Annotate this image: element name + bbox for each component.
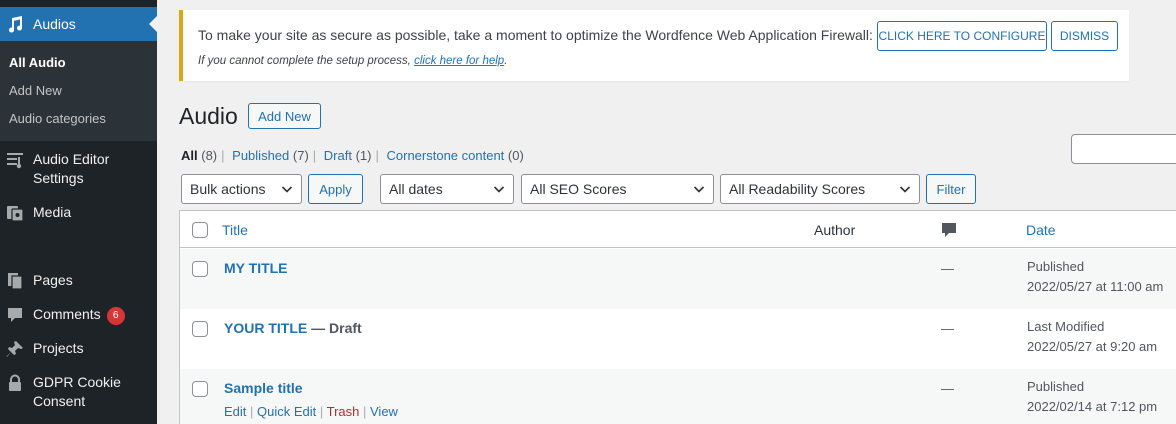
menu-item-audios[interactable]: Audios bbox=[0, 7, 157, 41]
select-value: Bulk actions bbox=[190, 181, 266, 197]
menu-item-audio-editor-settings[interactable]: Audio Editor Settings bbox=[0, 150, 157, 190]
submenu-all-audio[interactable]: All Audio bbox=[9, 55, 66, 70]
help-link[interactable]: click here for help bbox=[414, 55, 504, 67]
column-date[interactable]: Date bbox=[1026, 222, 1056, 238]
column-title[interactable]: Title bbox=[222, 222, 248, 238]
submenu-add-new[interactable]: Add New bbox=[9, 83, 62, 98]
view-link[interactable]: View bbox=[370, 404, 398, 419]
notice-message: To make your site as secure as possible,… bbox=[198, 27, 873, 43]
submenu-audio-categories[interactable]: Audio categories bbox=[9, 111, 106, 126]
row-checkbox[interactable] bbox=[192, 261, 208, 277]
notice-help-text: If you cannot complete the setup process… bbox=[198, 55, 508, 67]
comment-bubble-icon bbox=[941, 222, 957, 241]
configure-firewall-button[interactable]: CLICK HERE TO CONFIGURE bbox=[877, 21, 1047, 51]
menu-item-label: Projects bbox=[33, 340, 84, 356]
menu-item-pages[interactable]: Pages bbox=[0, 271, 157, 293]
edit-link[interactable]: Edit bbox=[224, 404, 246, 419]
menu-item-label: Media bbox=[33, 204, 72, 220]
row-checkbox[interactable] bbox=[192, 321, 208, 337]
view-published[interactable]: Published bbox=[232, 148, 289, 163]
chevron-down-icon bbox=[281, 186, 293, 193]
row-checkbox[interactable] bbox=[192, 381, 208, 397]
comments-count-badge: 6 bbox=[106, 307, 125, 325]
wordfence-notice: To make your site as secure as possible,… bbox=[179, 10, 1129, 81]
row-title-link[interactable]: MY TITLE bbox=[224, 260, 288, 276]
menu-item-label: Pages bbox=[33, 272, 73, 288]
table-row: YOUR TITLE — Draft — Last Modified 2022/0… bbox=[180, 309, 1176, 369]
audio-submenu: All Audio Add New Audio categories bbox=[0, 41, 157, 141]
dismiss-button[interactable]: DISMISS bbox=[1051, 21, 1118, 51]
editor-settings-icon bbox=[5, 150, 25, 170]
chevron-down-icon bbox=[899, 186, 911, 193]
lock-icon bbox=[5, 373, 25, 393]
page-title: Audio bbox=[179, 103, 238, 129]
bulk-actions-select[interactable]: Bulk actions bbox=[181, 174, 302, 204]
menu-item-label: GDPR Cookie Consent bbox=[33, 374, 121, 409]
audio-list-table: Title Author Date MY TITLE — Published 20… bbox=[179, 210, 1176, 424]
pages-icon bbox=[5, 271, 25, 291]
add-new-button[interactable]: Add New bbox=[248, 103, 321, 129]
row-comments: — bbox=[941, 381, 954, 396]
column-author: Author bbox=[814, 222, 856, 238]
chevron-down-icon bbox=[493, 186, 505, 193]
chevron-down-icon bbox=[693, 186, 705, 193]
view-all[interactable]: All bbox=[181, 148, 198, 163]
row-date: Last Modified 2022/05/27 at 9:20 am bbox=[1027, 319, 1158, 354]
seo-scores-select[interactable]: All SEO Scores bbox=[521, 174, 714, 204]
menu-item-gdpr-cookie-consent[interactable]: GDPR Cookie Consent bbox=[0, 373, 157, 413]
select-value: All SEO Scores bbox=[530, 181, 627, 197]
menu-item-media[interactable]: Media bbox=[0, 203, 157, 225]
menu-item-label: Audio Editor Settings bbox=[33, 151, 110, 186]
readability-scores-select[interactable]: All Readability Scores bbox=[720, 174, 920, 204]
quick-edit-link[interactable]: Quick Edit bbox=[257, 404, 316, 419]
dates-select[interactable]: All dates bbox=[380, 174, 514, 204]
menu-item-label: Comments 6 bbox=[33, 305, 125, 325]
select-value: All dates bbox=[389, 181, 443, 197]
view-cornerstone[interactable]: Cornerstone content bbox=[387, 148, 505, 163]
trash-link[interactable]: Trash bbox=[327, 404, 360, 419]
apply-button[interactable]: Apply bbox=[308, 174, 363, 204]
view-published-count: (7) bbox=[292, 148, 309, 163]
view-cornerstone-count: (0) bbox=[507, 148, 524, 163]
select-value: All Readability Scores bbox=[729, 181, 866, 197]
row-date: Published 2022/05/27 at 11:00 am bbox=[1027, 259, 1164, 294]
search-input[interactable] bbox=[1071, 134, 1176, 164]
row-comments: — bbox=[941, 261, 954, 276]
row-date: Published 2022/02/14 at 7:12 pm bbox=[1027, 379, 1158, 414]
draft-state: — Draft bbox=[307, 320, 362, 336]
menu-item-comments[interactable]: Comments 6 bbox=[0, 305, 157, 327]
menu-item-label: Audios bbox=[33, 16, 76, 32]
view-draft[interactable]: Draft bbox=[324, 148, 352, 163]
pin-icon bbox=[5, 339, 25, 359]
music-icon bbox=[5, 14, 25, 34]
row-title-link[interactable]: YOUR TITLE — Draft bbox=[224, 320, 362, 336]
status-views: All (8) | Published (7) | Draft (1) | Corne… bbox=[181, 148, 524, 163]
row-actions: Edit | Quick Edit | Trash | View bbox=[224, 404, 398, 419]
row-comments: — bbox=[941, 321, 954, 336]
select-all-checkbox[interactable] bbox=[192, 222, 208, 238]
table-row: Sample title Edit | Quick Edit | Trash |… bbox=[180, 369, 1176, 424]
view-all-count: (8) bbox=[201, 148, 218, 163]
admin-sidebar: Audios All Audio Add New Audio categorie… bbox=[0, 0, 157, 424]
menu-item-projects[interactable]: Projects bbox=[0, 339, 157, 361]
comments-icon bbox=[5, 305, 25, 325]
table-row: MY TITLE — Published 2022/05/27 at 11:00 … bbox=[180, 249, 1176, 309]
filter-button[interactable]: Filter bbox=[926, 174, 976, 204]
media-icon bbox=[5, 203, 25, 223]
row-title-link[interactable]: Sample title bbox=[224, 380, 303, 396]
table-header: Title Author Date bbox=[180, 211, 1176, 248]
view-draft-count: (1) bbox=[355, 148, 372, 163]
